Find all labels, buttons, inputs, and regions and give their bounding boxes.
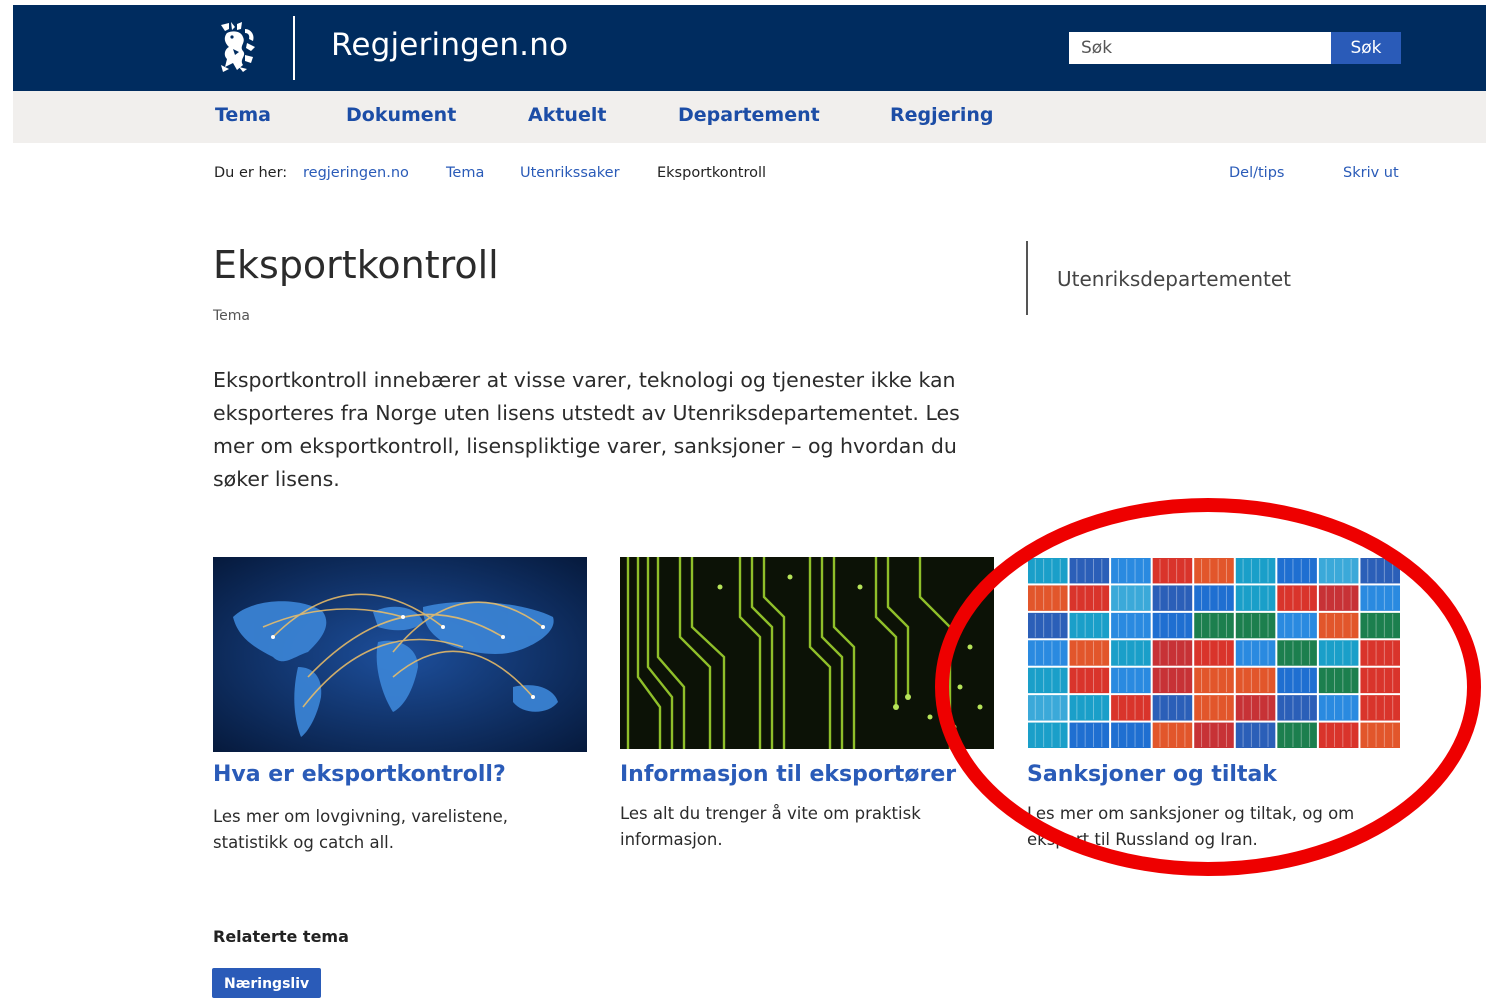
- site-title[interactable]: Regjeringen.no: [331, 27, 568, 63]
- nav-item-tema[interactable]: Tema: [215, 104, 271, 126]
- breadcrumb-link-tema[interactable]: Tema: [446, 165, 484, 181]
- shipping-containers-image[interactable]: [1027, 557, 1401, 749]
- search-button[interactable]: Søk: [1331, 32, 1401, 64]
- card-sanksjoner[interactable]: Sanksjoner og tiltak Les mer om sanksjon…: [1027, 557, 1401, 857]
- page-type: Tema: [213, 308, 251, 324]
- logo-divider: [293, 16, 295, 80]
- world-map-network-image[interactable]: [213, 557, 587, 752]
- owner-divider: [1026, 241, 1028, 315]
- breadcrumb-link-home[interactable]: regjeringen.no: [303, 165, 409, 181]
- search-input[interactable]: [1069, 32, 1331, 64]
- main-nav: Tema Dokument Aktuelt Departement Regjer…: [13, 91, 1486, 143]
- page-title: Eksportkontroll: [213, 243, 499, 287]
- related-topics-heading: Relaterte tema: [213, 927, 349, 946]
- breadcrumb-current: Eksportkontroll: [657, 165, 767, 181]
- card-text: Les mer om lovgivning, varelistene, stat…: [213, 807, 508, 852]
- card-title[interactable]: Hva er eksportkontroll?: [213, 762, 506, 787]
- card-eksportkontroll[interactable]: Hva er eksportkontroll? Les mer om lovgi…: [213, 557, 587, 857]
- card-text: Les alt du trenger å vite om praktisk in…: [620, 804, 921, 849]
- breadcrumb-prefix: Du er her:: [214, 165, 288, 181]
- nav-item-regjering[interactable]: Regjering: [890, 104, 994, 126]
- card-informasjon[interactable]: Informasjon til eksportører Les alt du t…: [620, 557, 994, 857]
- tag-naeringsliv[interactable]: Næringsliv: [212, 968, 322, 998]
- card-title[interactable]: Sanksjoner og tiltak: [1027, 762, 1277, 787]
- nav-item-aktuelt[interactable]: Aktuelt: [528, 104, 606, 126]
- card-text: Les mer om sanksjoner og tiltak, og om e…: [1027, 804, 1355, 849]
- site-header: Regjeringen.no Søk: [13, 5, 1486, 91]
- share-link[interactable]: Del/tips: [1229, 165, 1284, 181]
- card-title[interactable]: Informasjon til eksportører: [620, 762, 956, 787]
- circuit-board-image[interactable]: [620, 557, 994, 749]
- owner-department-link[interactable]: Utenriksdepartementet: [1057, 267, 1291, 291]
- nav-item-departement[interactable]: Departement: [678, 104, 820, 126]
- breadcrumb-link-utenrikssaker[interactable]: Utenrikssaker: [520, 165, 620, 181]
- coat-of-arms-icon[interactable]: [215, 21, 265, 73]
- left-margin: [0, 0, 13, 998]
- nav-item-dokument[interactable]: Dokument: [346, 104, 456, 126]
- intro-text: Eksportkontroll innebærer at visse varer…: [213, 368, 960, 491]
- print-link[interactable]: Skriv ut: [1343, 165, 1399, 181]
